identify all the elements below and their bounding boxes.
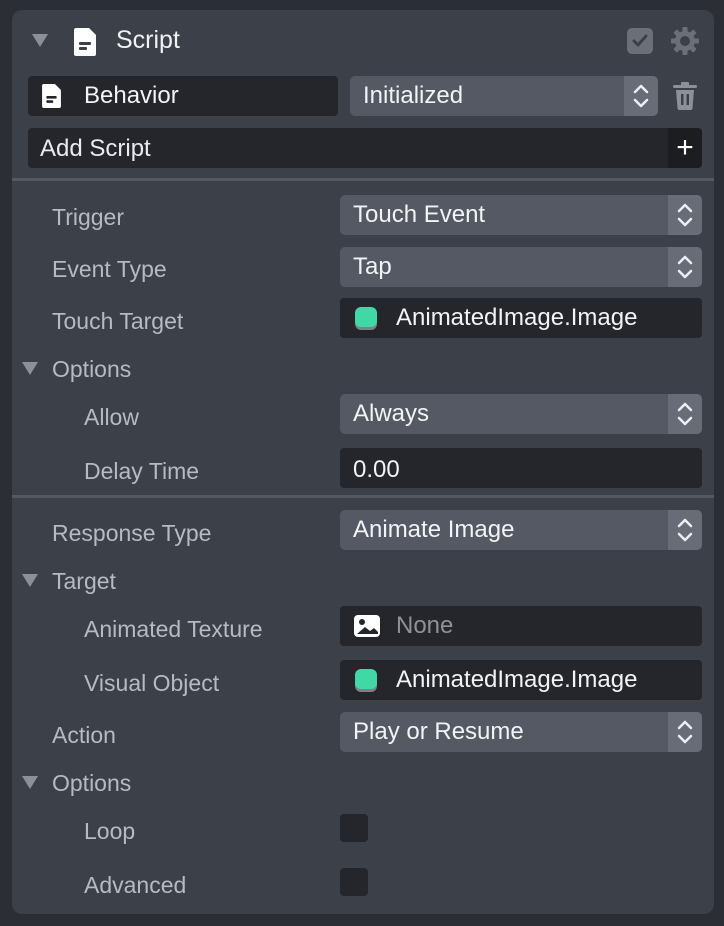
object-icon [353,668,379,699]
touch-target-value: AnimatedImage.Image [396,304,638,331]
visual-object-label: Visual Object [84,670,220,696]
add-script-button[interactable]: + [668,128,702,168]
object-icon [353,306,379,337]
script-name: Behavior [84,82,179,109]
panel-title: Script [116,26,180,54]
enable-checkbox-icon[interactable] [627,28,653,54]
options-label: Options [52,356,132,382]
trigger-select[interactable]: Touch Event [340,195,702,235]
add-script-field[interactable]: Add Script [28,128,702,168]
advanced-checkbox[interactable] [340,868,368,896]
image-icon [353,614,381,643]
loop-checkbox[interactable] [340,814,368,842]
visual-object-field[interactable]: AnimatedImage.Image [340,660,702,700]
trigger-select-value: Touch Event [353,201,486,228]
delay-time-value: 0.00 [353,456,400,483]
animated-texture-value: None [396,612,454,639]
delay-time-label: Delay Time [84,458,200,484]
add-script-label: Add Script [40,135,151,162]
action-value: Play or Resume [353,718,524,745]
collapse-triangle-icon[interactable] [32,34,48,47]
stepper-arrows-icon[interactable] [668,510,702,550]
target-collapse-triangle-icon[interactable] [22,574,38,587]
stepper-arrows-icon[interactable] [668,394,702,434]
allow-value: Always [353,400,430,427]
event-select[interactable]: Initialized [350,76,658,116]
script-name-field[interactable]: Behavior [28,76,338,116]
script-file-icon [74,28,96,61]
action-select[interactable]: Play or Resume [340,712,702,752]
touch-target-label: Touch Target [52,308,184,334]
response-options-collapse-triangle-icon[interactable] [22,776,38,789]
stepper-arrows-icon[interactable] [624,76,658,116]
response-type-label: Response Type [52,520,212,546]
animated-texture-field[interactable]: None [340,606,702,646]
stepper-arrows-icon[interactable] [668,195,702,235]
section-divider [12,495,714,498]
stepper-arrows-icon[interactable] [668,247,702,287]
script-file-icon [42,84,61,113]
advanced-label: Advanced [84,872,187,898]
event-select-value: Initialized [363,82,464,109]
delay-time-input[interactable]: 0.00 [340,448,702,488]
script-panel: Script Behavior Initialized Add Script +… [12,10,714,914]
event-type-label: Event Type [52,256,167,282]
animated-texture-label: Animated Texture [84,616,263,642]
allow-label: Allow [84,404,139,430]
trash-icon[interactable] [672,82,698,115]
allow-select[interactable]: Always [340,394,702,434]
options-collapse-triangle-icon[interactable] [22,362,38,375]
loop-label: Loop [84,818,136,844]
event-type-select[interactable]: Tap [340,247,702,287]
event-type-value: Tap [353,253,392,280]
gear-icon[interactable] [670,26,700,61]
response-type-value: Animate Image [353,516,515,543]
response-options-label: Options [52,770,132,796]
section-divider [12,178,714,181]
visual-object-value: AnimatedImage.Image [396,666,638,693]
trigger-label: Trigger [52,204,124,230]
stepper-arrows-icon[interactable] [668,712,702,752]
action-label: Action [52,722,116,748]
response-type-select[interactable]: Animate Image [340,510,702,550]
touch-target-field[interactable]: AnimatedImage.Image [340,298,702,338]
target-label: Target [52,568,116,594]
